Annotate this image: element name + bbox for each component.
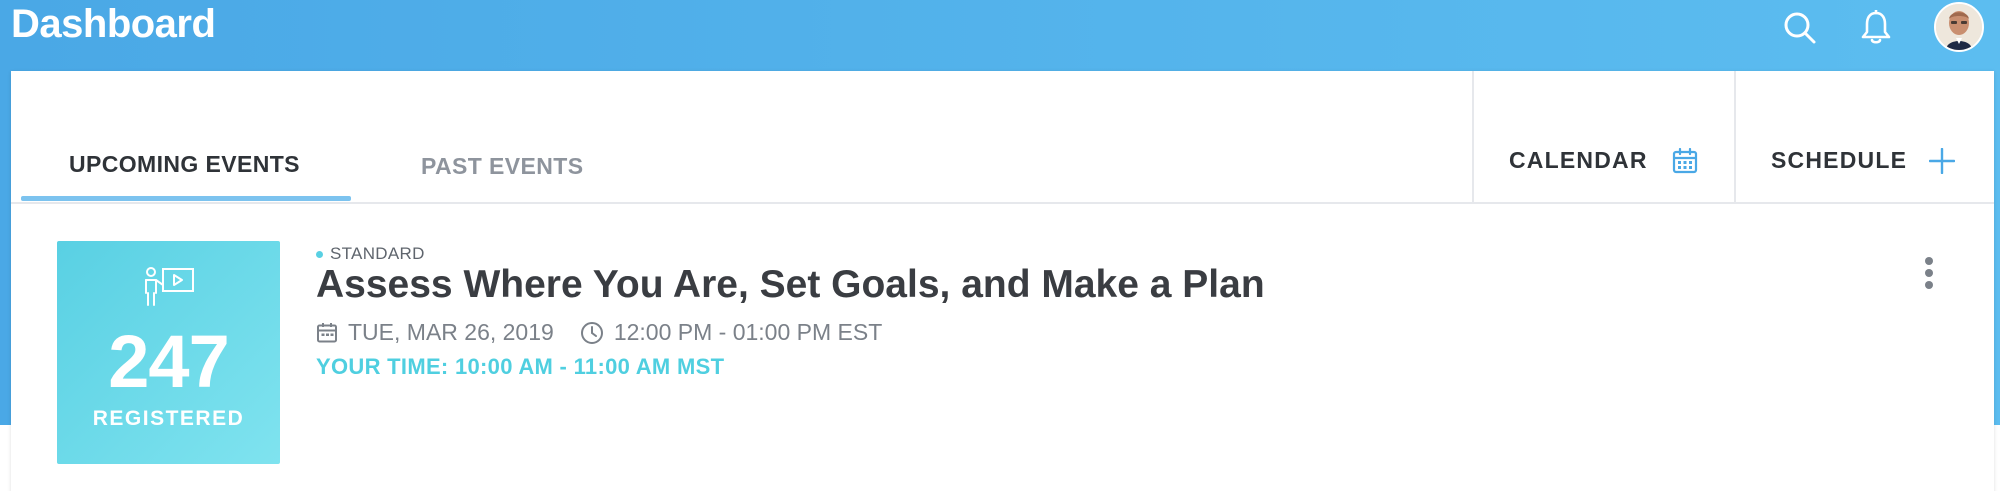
event-type-label: STANDARD xyxy=(330,244,425,263)
local-time: YOUR TIME: 10:00 AM - 11:00 AM MST xyxy=(316,354,725,379)
kebab-dot xyxy=(1925,269,1933,277)
more-options-icon[interactable] xyxy=(1917,251,1941,295)
page-title: Dashboard xyxy=(11,2,216,46)
event-time: 12:00 PM - 01:00 PM EST xyxy=(580,319,882,346)
user-avatar[interactable] xyxy=(1934,2,1984,52)
clock-icon xyxy=(580,321,614,345)
registered-count: 247 xyxy=(108,320,229,403)
schedule-button[interactable]: SCHEDULE xyxy=(1771,147,1956,174)
registration-badge: 247 REGISTERED xyxy=(57,241,280,464)
events-card: UPCOMING EVENTS PAST EVENTS CALENDAR SCH… xyxy=(11,71,1994,491)
presenter-icon xyxy=(143,267,195,312)
divider xyxy=(1734,71,1736,204)
tab-upcoming-events[interactable]: UPCOMING EVENTS xyxy=(69,151,300,178)
event-title[interactable]: Assess Where You Are, Set Goals, and Mak… xyxy=(316,263,1265,307)
schedule-label: SCHEDULE xyxy=(1771,147,1908,173)
calendar-label: CALENDAR xyxy=(1509,147,1648,173)
registered-label: REGISTERED xyxy=(92,407,245,430)
calendar-icon xyxy=(1672,147,1698,174)
divider xyxy=(1472,71,1474,204)
search-icon[interactable] xyxy=(1782,10,1818,46)
plus-icon xyxy=(1929,147,1956,174)
kebab-dot xyxy=(1925,257,1933,265)
kebab-dot xyxy=(1925,281,1933,289)
event-meta: TUE, MAR 26, 2019 12:00 PM - 01:00 PM ES… xyxy=(316,319,908,346)
event-type: STANDARD xyxy=(316,244,425,264)
type-dot-icon xyxy=(316,250,323,258)
tab-bar: UPCOMING EVENTS PAST EVENTS CALENDAR SCH… xyxy=(11,71,1994,204)
active-tab-indicator xyxy=(21,196,351,201)
event-time-text: 12:00 PM - 01:00 PM EST xyxy=(613,319,883,345)
event-date-text: TUE, MAR 26, 2019 xyxy=(348,319,554,345)
event-list-item[interactable]: 247 REGISTERED STANDARD Assess Where You… xyxy=(57,241,1977,481)
calendar-button[interactable]: CALENDAR xyxy=(1509,147,1698,174)
tab-past-events[interactable]: PAST EVENTS xyxy=(421,153,583,180)
bell-icon[interactable] xyxy=(1858,10,1894,46)
event-date: TUE, MAR 26, 2019 xyxy=(316,319,554,346)
calendar-small-icon xyxy=(316,322,348,344)
